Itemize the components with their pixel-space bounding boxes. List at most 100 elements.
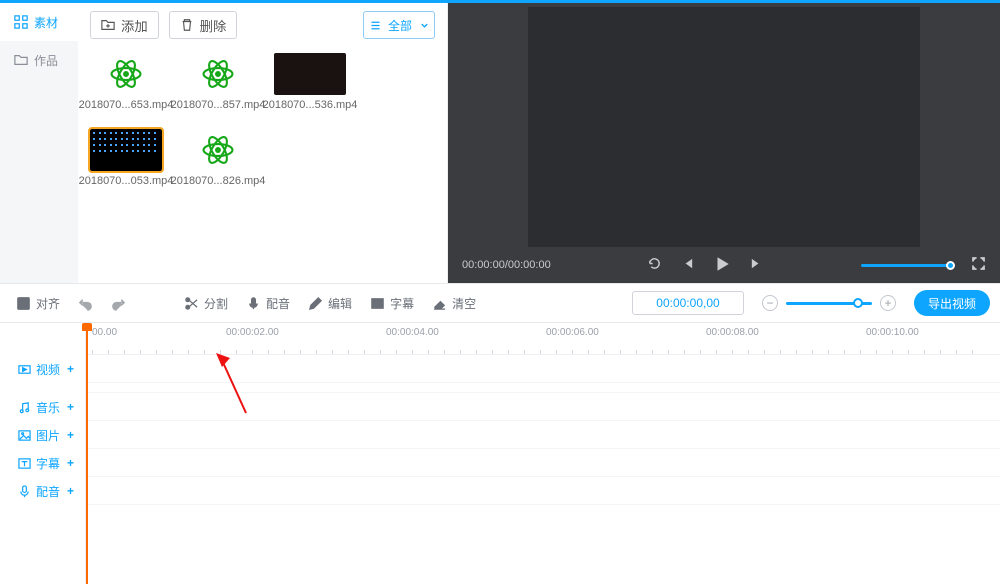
ruler-tick: 00.00 <box>92 327 117 338</box>
tool-label: 编辑 <box>328 295 352 312</box>
media-grid: 2018070...653.mp4 2018070...857.mp4 2018… <box>90 53 435 187</box>
media-item-label: 2018070...857.mp4 <box>171 99 266 111</box>
tool-label: 字幕 <box>390 295 414 312</box>
export-button[interactable]: 导出视频 <box>914 290 990 316</box>
redo-button[interactable] <box>105 292 132 315</box>
filter-all-button[interactable]: 全部 <box>363 11 435 39</box>
media-area: 添加 删除 全部 2018070...653.mp4 <box>78 3 447 283</box>
button-label: 删除 <box>200 16 227 35</box>
grid-icon <box>14 15 28 29</box>
align-icon <box>16 296 31 311</box>
track-video[interactable]: 视频+ <box>0 355 85 383</box>
ruler-tick: 00:00:04.00 <box>386 327 439 338</box>
track-subtitle[interactable]: 字幕+ <box>0 449 85 477</box>
track-label: 配音 <box>36 483 60 500</box>
scissors-icon <box>184 296 199 311</box>
undo-button[interactable] <box>72 292 99 315</box>
track-label: 视频 <box>36 361 60 378</box>
skip-fwd-icon <box>749 256 764 271</box>
chevron-down-icon <box>420 21 429 30</box>
zoom-in-button[interactable]: + <box>880 295 896 311</box>
trash-icon <box>180 18 194 32</box>
next-button[interactable] <box>749 256 764 274</box>
fullscreen-icon <box>971 256 986 271</box>
text-icon <box>370 296 385 311</box>
subtitle-button[interactable]: 字幕 <box>364 291 420 316</box>
ruler-tick: 00:00:08.00 <box>706 327 759 338</box>
play-icon <box>713 255 731 273</box>
media-item[interactable]: 2018070...536.mp4 <box>274 53 346 111</box>
mic-icon <box>246 296 261 311</box>
loop-button[interactable] <box>647 256 662 274</box>
video-icon <box>18 363 31 376</box>
track-label: 音乐 <box>36 399 60 416</box>
track-row[interactable] <box>86 449 1000 477</box>
image-icon <box>18 429 31 442</box>
track-voice[interactable]: 配音+ <box>0 477 85 505</box>
media-item-label: 2018070...826.mp4 <box>171 175 266 187</box>
edit-button[interactable]: 编辑 <box>302 291 358 316</box>
timecode-display[interactable]: 00:00:00,00 <box>632 291 744 315</box>
media-item[interactable]: 2018070...053.mp4 <box>90 129 162 187</box>
track-label: 字幕 <box>36 455 60 472</box>
tab-assets[interactable]: 素材 <box>0 3 78 41</box>
time-ruler[interactable]: 00.00 00:00:02.00 00:00:04.00 00:00:06.0… <box>86 323 1000 355</box>
tool-label: 分割 <box>204 295 228 312</box>
media-item-label: 2018070...536.mp4 <box>263 99 358 111</box>
track-row[interactable] <box>86 421 1000 449</box>
button-label: 导出视频 <box>928 297 976 311</box>
video-thumb-icon <box>109 57 143 91</box>
list-icon <box>369 19 382 32</box>
align-button[interactable]: 对齐 <box>10 291 66 316</box>
folder-icon <box>14 53 28 67</box>
video-stage[interactable] <box>528 7 920 247</box>
music-icon <box>18 401 31 414</box>
skip-back-icon <box>680 256 695 271</box>
mic-icon <box>18 485 31 498</box>
tab-label: 素材 <box>34 14 58 31</box>
edit-toolbar: 对齐 分割 配音 编辑 字幕 清空 00:00:00,00 − + 导出视频 <box>0 283 1000 323</box>
redo-icon <box>111 296 126 311</box>
delete-button[interactable]: 删除 <box>169 11 238 39</box>
button-label: 全部 <box>388 17 412 34</box>
player-controls: 00:00:00/00:00:00 <box>448 247 1000 283</box>
playhead[interactable] <box>86 323 88 584</box>
media-item[interactable]: 2018070...826.mp4 <box>182 129 254 187</box>
timeline-canvas[interactable]: 00.00 00:00:02.00 00:00:04.00 00:00:06.0… <box>86 323 1000 584</box>
video-thumb-icon <box>201 133 235 167</box>
add-button[interactable]: 添加 <box>90 11 159 39</box>
track-header-column: 视频+ 音乐+ 图片+ 字幕+ 配音+ <box>0 323 86 584</box>
zoom-out-button[interactable]: − <box>762 295 778 311</box>
volume-slider[interactable] <box>861 264 951 267</box>
media-sidebar: 素材 作品 <box>0 3 78 283</box>
track-row[interactable] <box>86 393 1000 421</box>
video-thumb-icon <box>201 57 235 91</box>
timeline: 视频+ 音乐+ 图片+ 字幕+ 配音+ 00.00 00:00:02.00 00… <box>0 323 1000 584</box>
track-row[interactable] <box>86 355 1000 383</box>
tool-label: 清空 <box>452 295 476 312</box>
loop-icon <box>647 256 662 271</box>
video-thumb-icon <box>90 129 162 171</box>
zoom-slider[interactable] <box>786 302 872 305</box>
split-button[interactable]: 分割 <box>178 291 234 316</box>
tab-label: 作品 <box>34 52 58 69</box>
tool-label: 配音 <box>266 295 290 312</box>
video-thumb-icon <box>274 53 346 95</box>
play-button[interactable] <box>713 255 731 276</box>
track-image[interactable]: 图片+ <box>0 421 85 449</box>
ruler-tick: 00:00:06.00 <box>546 327 599 338</box>
undo-icon <box>78 296 93 311</box>
fullscreen-button[interactable] <box>971 256 986 274</box>
tab-works[interactable]: 作品 <box>0 41 78 79</box>
track-row[interactable] <box>86 477 1000 505</box>
clear-button[interactable]: 清空 <box>426 291 482 316</box>
track-label: 图片 <box>36 427 60 444</box>
voice-button[interactable]: 配音 <box>240 291 296 316</box>
preview-panel: 00:00:00/00:00:00 <box>448 3 1000 283</box>
media-item[interactable]: 2018070...857.mp4 <box>182 53 254 111</box>
track-music[interactable]: 音乐+ <box>0 393 85 421</box>
prev-button[interactable] <box>680 256 695 274</box>
track-row[interactable] <box>86 383 1000 393</box>
folder-plus-icon <box>101 18 115 32</box>
media-item[interactable]: 2018070...653.mp4 <box>90 53 162 111</box>
